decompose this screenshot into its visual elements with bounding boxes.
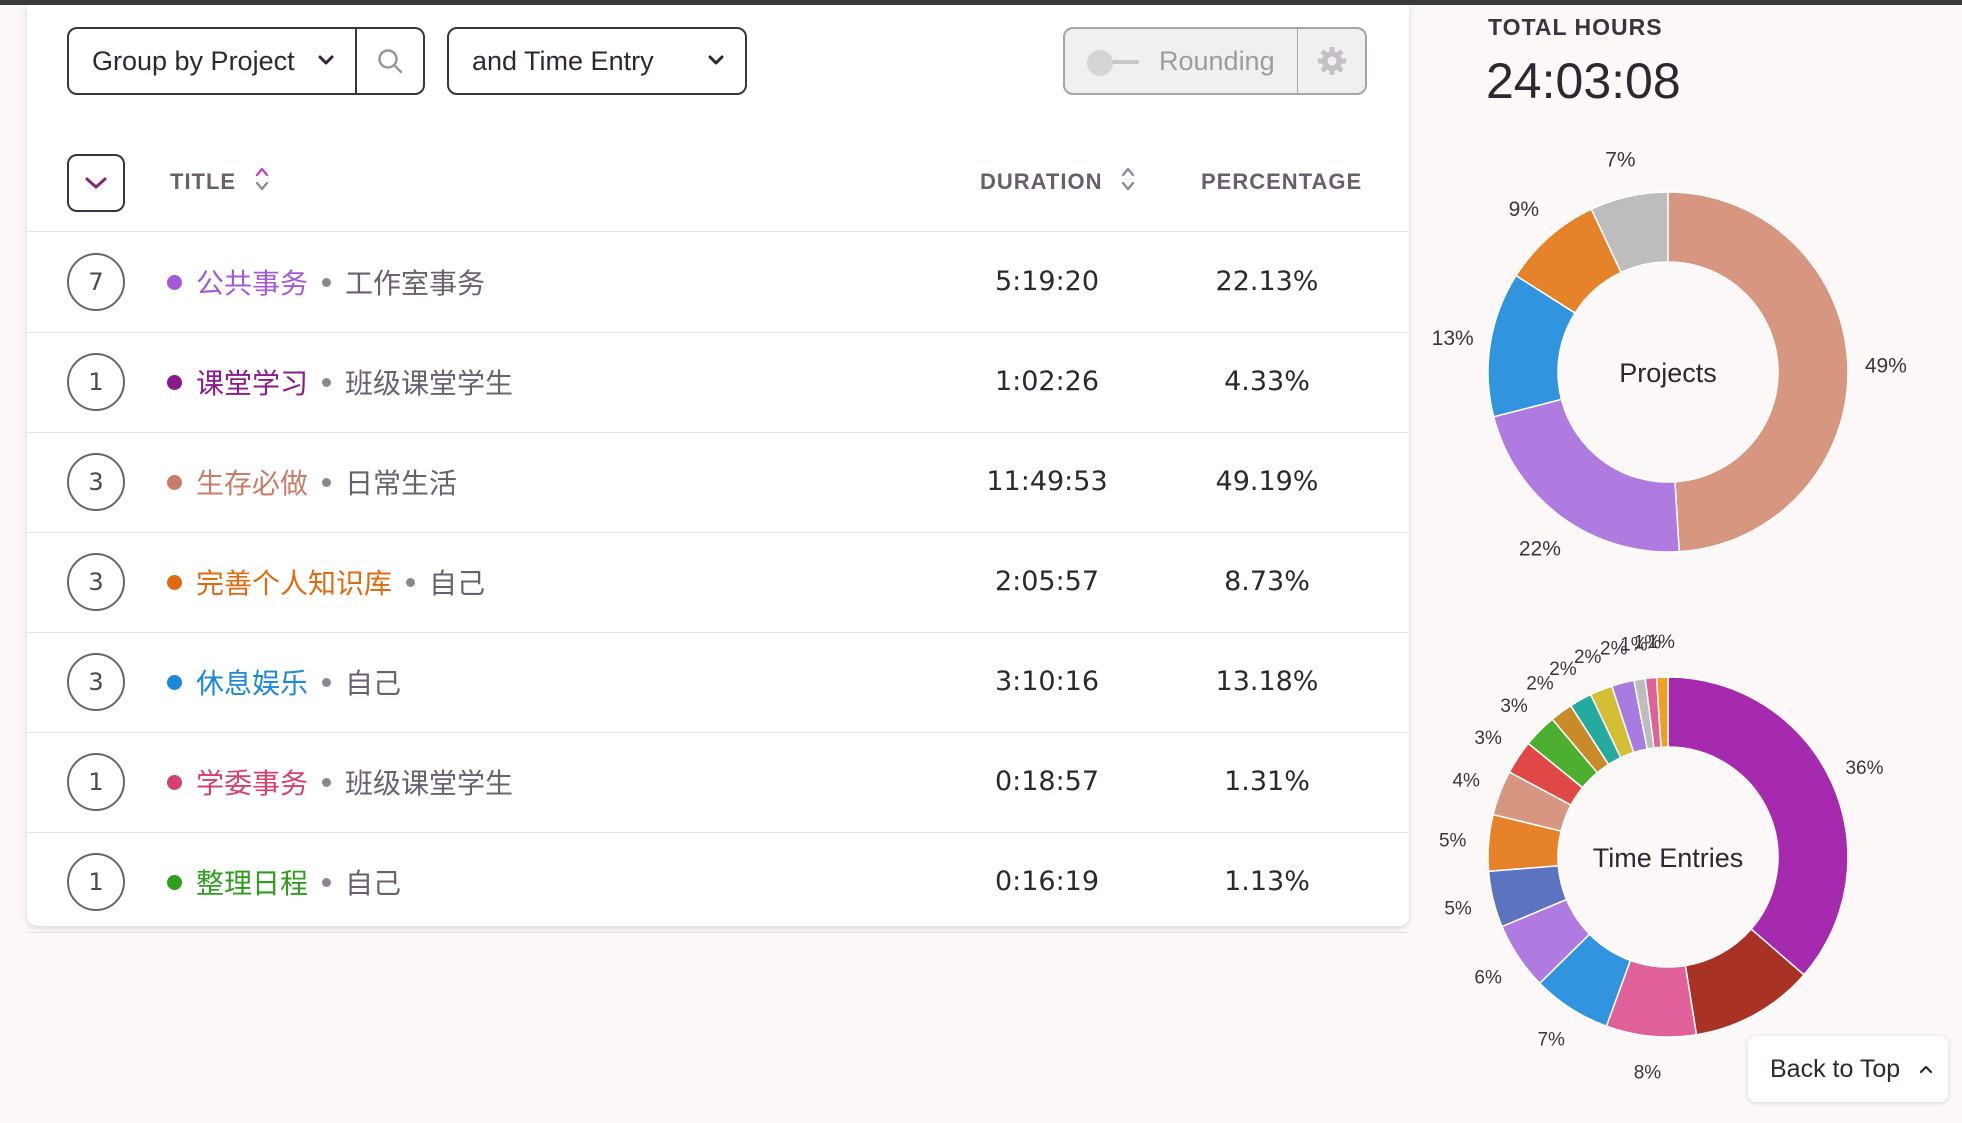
slice-percent-label: 1% (1647, 632, 1675, 653)
slice-percent-label: 5% (1439, 831, 1467, 852)
donut-center-title: Time Entries (1593, 843, 1744, 873)
slice-percent-label: 2% (1549, 659, 1577, 680)
back-to-top-label: Back to Top (1770, 1054, 1901, 1083)
slice-percent-label: 8% (1634, 1063, 1662, 1084)
slice-percent-label: 2% (1574, 647, 1602, 668)
slice-percent-label: 36% (1845, 758, 1883, 779)
donut-slice[interactable] (1667, 676, 1849, 976)
slice-percent-label: 4% (1452, 771, 1480, 792)
slice-percent-label: 6% (1474, 967, 1502, 988)
slice-percent-label: 3% (1500, 696, 1528, 717)
slice-percent-label: 3% (1474, 728, 1502, 749)
back-to-top-button[interactable]: Back to Top (1748, 1036, 1948, 1102)
chevron-up-icon (1920, 1065, 1933, 1074)
time-entries-donut-chart: 36%8%7%6%5%5%4%3%3%2%2%2%2%1%1%1%Time En… (1439, 632, 1884, 1084)
slice-percent-label: 5% (1444, 899, 1472, 920)
slice-percent-label: 7% (1537, 1029, 1565, 1050)
